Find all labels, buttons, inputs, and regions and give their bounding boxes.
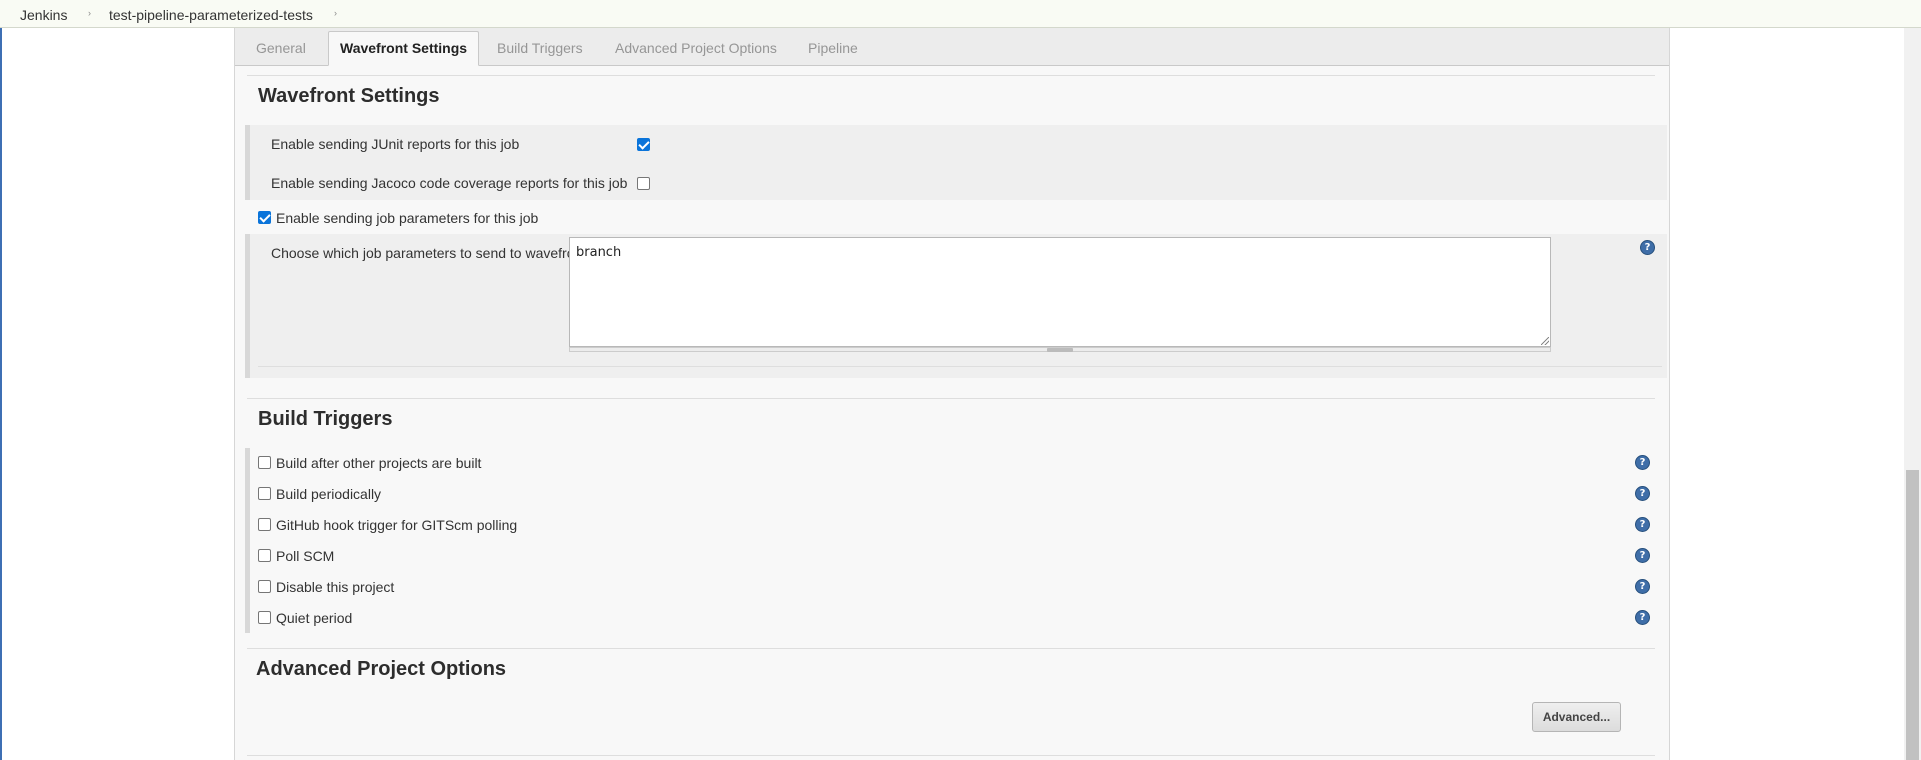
job-parameters-group: Choose which job parameters to send to w… [245,234,1667,378]
tab-pipeline[interactable]: Pipeline [808,40,858,56]
jacoco-label: Enable sending Jacoco code coverage repo… [271,175,628,191]
breadcrumb: Jenkins › test-pipeline-parameterized-te… [0,0,1921,28]
junit-label: Enable sending JUnit reports for this jo… [271,136,520,152]
choose-parameters-label: Choose which job parameters to send to w… [271,245,587,261]
trigger-checkbox-disable-project[interactable] [258,580,271,593]
trigger-checkbox-build-periodically[interactable] [258,487,271,500]
window-left-edge [0,0,2,760]
trigger-label-build-after-other[interactable]: Build after other projects are built [276,455,481,471]
build-triggers-heading: Build Triggers [258,408,393,430]
junit-checkbox[interactable] [637,138,650,151]
trigger-checkbox-quiet-period[interactable] [258,611,271,624]
wavefront-reports-group: Enable sending JUnit reports for this jo… [245,125,1667,200]
trigger-checkbox-build-after-other[interactable] [258,456,271,469]
tab-general[interactable]: General [256,40,306,56]
job-parameters-label[interactable]: Enable sending job parameters for this j… [276,210,538,226]
help-icon[interactable]: ? [1635,486,1650,501]
section-divider [247,648,1655,649]
config-panel: General Wavefront Settings Build Trigger… [234,28,1670,760]
config-tabbar: General Wavefront Settings Build Trigger… [235,28,1669,66]
job-parameters-checkbox[interactable] [258,211,271,224]
job-parameters-textarea[interactable]: branch [569,237,1551,347]
trigger-label-github-hook[interactable]: GitHub hook trigger for GITScm polling [276,517,517,533]
breadcrumb-jenkins[interactable]: Jenkins [20,7,67,23]
advanced-project-options-heading: Advanced Project Options [256,658,507,680]
breadcrumb-job[interactable]: test-pipeline-parameterized-tests [109,7,313,23]
trigger-label-poll-scm[interactable]: Poll SCM [276,548,334,564]
tab-build-triggers[interactable]: Build Triggers [497,40,583,56]
breadcrumb-chevron-icon[interactable]: › [88,8,91,18]
grip-handle-icon[interactable] [1047,348,1073,352]
help-icon[interactable]: ? [1635,517,1650,532]
trigger-checkbox-github-hook[interactable] [258,518,271,531]
tab-advanced-project-options[interactable]: Advanced Project Options [615,40,777,56]
trigger-label-quiet-period[interactable]: Quiet period [276,610,352,626]
help-icon[interactable]: ? [1635,610,1650,625]
section-divider [247,398,1655,399]
group-divider [258,366,1662,367]
breadcrumb-chevron-icon[interactable]: › [334,8,337,18]
textarea-resize-handle-icon[interactable] [1541,337,1549,345]
build-triggers-group-bar [245,448,250,633]
help-icon[interactable]: ? [1640,240,1655,255]
help-icon[interactable]: ? [1635,548,1650,563]
trigger-label-build-periodically[interactable]: Build periodically [276,486,381,502]
trigger-checkbox-poll-scm[interactable] [258,549,271,562]
trigger-label-disable-project[interactable]: Disable this project [276,579,394,595]
page-scrollbar-thumb[interactable] [1906,470,1919,760]
jacoco-checkbox[interactable] [637,177,650,190]
textarea-expand-bar[interactable] [569,347,1551,352]
tab-wavefront-settings[interactable]: Wavefront Settings [328,31,480,66]
advanced-button[interactable]: Advanced... [1532,702,1621,732]
section-divider [247,75,1655,76]
help-icon[interactable]: ? [1635,455,1650,470]
help-icon[interactable]: ? [1635,579,1650,594]
section-divider [247,755,1655,756]
wavefront-settings-heading: Wavefront Settings [258,85,440,107]
